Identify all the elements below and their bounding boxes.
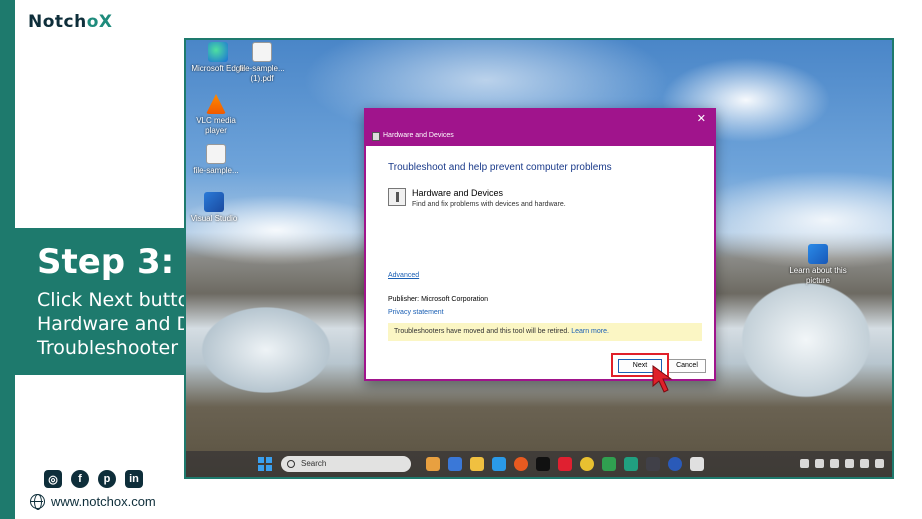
left-accent-stripe [0,0,15,519]
vlc-icon [206,94,226,114]
desktop-icon-label: Visual Studio [190,214,238,223]
linkedin-icon[interactable]: in [125,470,143,488]
desktop-icon-label: file-sample... (1).pdf [239,64,285,83]
taskbar-app-icon[interactable] [668,457,682,471]
edge-icon [208,42,228,62]
system-tray [800,459,884,468]
social-links: ◎ f p in [44,470,143,488]
picture-info-icon [808,244,828,264]
hardware-device-icon [388,188,406,206]
advanced-link[interactable]: Advanced [388,272,419,279]
pinterest-icon[interactable]: p [98,470,116,488]
instagram-icon[interactable]: ◎ [44,470,62,488]
chevron-up-icon[interactable] [800,459,809,468]
taskbar-app-icon[interactable] [558,457,572,471]
notice-text: Troubleshooters have moved and this tool… [394,328,570,335]
desktop-icon-label: file-sample... [193,166,239,175]
chrome-icon[interactable] [580,457,594,471]
troubleshooter-taskbar-icon[interactable] [690,457,704,471]
tray-app-icon[interactable] [815,459,824,468]
desktop-icon-visual-studio[interactable]: Visual Studio [186,192,244,224]
desktop-icon-file[interactable]: file-sample... [186,144,246,176]
taskbar-app-icon[interactable] [426,457,440,471]
firefox-icon[interactable] [514,457,528,471]
pointer-cursor-icon [652,365,673,393]
brand-x: X [98,12,113,32]
troubleshooter-app-icon [372,132,380,141]
taskbar-app-icon[interactable] [624,457,638,471]
brand-logo: NotchoX [28,12,113,32]
netflix-icon[interactable] [536,457,550,471]
wifi-icon[interactable] [845,459,854,468]
taskbar-app-icon[interactable] [646,457,660,471]
learn-more-link[interactable]: Learn more. [571,328,609,335]
dialog-body: Troubleshoot and help prevent computer p… [366,146,714,393]
file-icon [206,144,226,164]
windows-taskbar: Search [186,451,892,477]
website-link[interactable]: www.notchox.com [30,494,156,510]
search-icon [287,460,295,468]
brand-o: o [86,12,99,32]
troubleshooter-item-description: Find and fix problems with devices and h… [412,201,566,208]
desktop-screenshot: Microsoft Edge file-sample... (1).pdf VL… [184,38,894,479]
publisher-text: Publisher: Microsoft Corporation [388,296,488,303]
edge-icon[interactable] [492,457,506,471]
search-placeholder: Search [301,459,327,468]
taskbar-app-icon[interactable] [602,457,616,471]
website-text: www.notchox.com [51,494,156,509]
pdf-file-icon [252,42,272,62]
taskbar-app-icon[interactable] [448,457,462,471]
dialog-window-title: Hardware and Devices [383,132,454,139]
facebook-icon[interactable]: f [71,470,89,488]
volume-icon[interactable] [860,459,869,468]
desktop-icon-label: VLC media player [196,116,236,135]
troubleshooter-dialog: Hardware and Devices ✕ Troubleshoot and … [364,108,716,393]
retirement-notice: Troubleshooters have moved and this tool… [388,323,702,341]
desktop-icon-label: Learn about this picture [789,266,847,285]
desktop-icon-pdf[interactable]: file-sample... (1).pdf [232,42,292,84]
microphone-icon[interactable] [830,459,839,468]
dialog-heading: Troubleshoot and help prevent computer p… [388,162,612,173]
privacy-statement-link[interactable]: Privacy statement [388,309,444,316]
desktop-icon-learn-picture[interactable]: Learn about this picture [788,244,848,286]
brand-text: Notch [28,12,87,32]
troubleshooter-item-title: Hardware and Devices [412,188,504,198]
wallpaper-ice-left [186,290,366,430]
tutorial-slide: NotchoX Step 3: Click Next button in Har… [0,0,922,519]
dialog-titlebar[interactable]: Hardware and Devices ✕ [366,110,714,146]
windows-start-icon[interactable] [258,457,272,471]
file-explorer-icon[interactable] [470,457,484,471]
battery-icon[interactable] [875,459,884,468]
taskbar-search[interactable]: Search [281,456,411,472]
globe-icon [30,494,45,510]
close-icon[interactable]: ✕ [697,112,706,125]
desktop-icon-vlc[interactable]: VLC media player [186,94,246,136]
visual-studio-icon [204,192,224,212]
